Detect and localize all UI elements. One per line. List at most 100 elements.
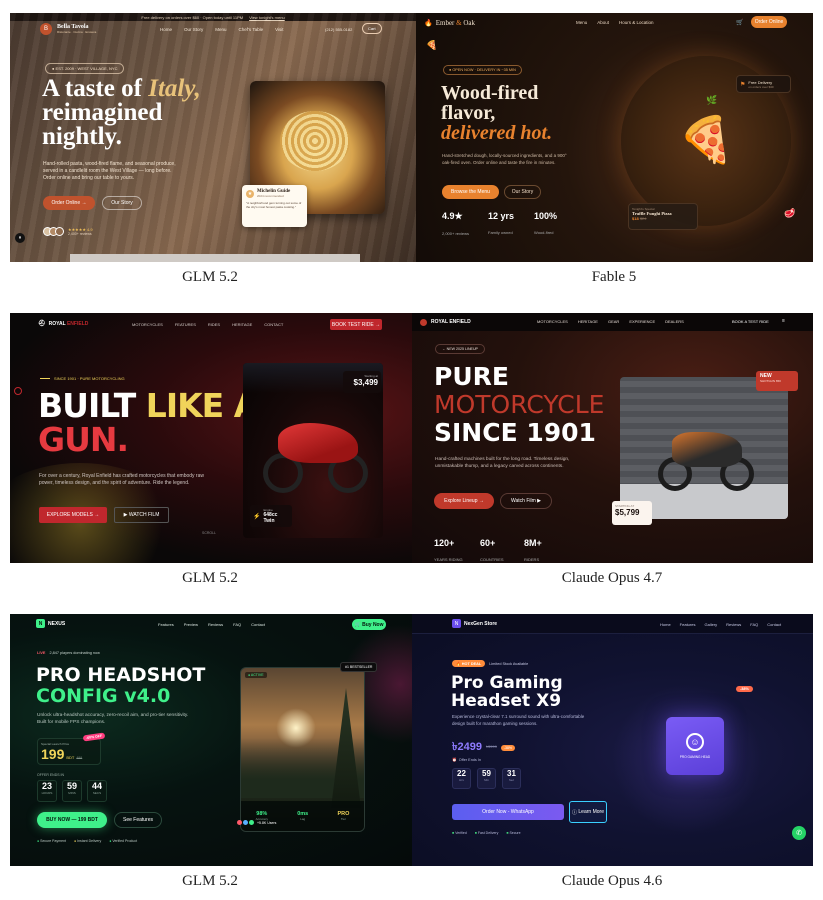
timer-value: 31 <box>507 769 516 778</box>
nav-item[interactable]: CONTACT <box>264 322 283 327</box>
price-card: Starting at $3,499 <box>343 371 381 393</box>
watch-film-button[interactable]: Watch Film ▶ <box>500 493 552 509</box>
nav-item[interactable]: Reviews <box>726 622 741 627</box>
stat-label: RIDERS <box>524 557 540 562</box>
explore-lineup-button[interactable]: Explore Lineup → <box>434 493 494 509</box>
metric: PRO Tier <box>337 811 349 821</box>
truck-icon: ■ <box>474 831 477 835</box>
book-test-ride-button[interactable]: BOOK TEST RIDE → <box>330 319 382 330</box>
users-row: +5.8K Users <box>237 820 276 825</box>
book-test-ride-link[interactable]: BOOK A TEST RIDE <box>732 319 769 324</box>
nav-item[interactable]: FEATURES <box>175 322 196 327</box>
hero-title-accent: MOTORCYCLE <box>434 391 605 419</box>
stat-value: 120+ <box>434 538 455 548</box>
phone-number[interactable]: (212) 555-0182 <box>325 27 352 32</box>
avatar <box>55 227 64 236</box>
nav-item[interactable]: Contact <box>251 622 265 627</box>
nav-item[interactable]: HERITAGE <box>578 319 598 324</box>
brand-name[interactable]: NEXUS <box>48 621 65 627</box>
nav-item[interactable]: RIDES <box>208 322 220 327</box>
product-label: PRO GAMING HEAD <box>679 755 711 759</box>
order-online-button[interactable]: Order Online <box>751 16 787 28</box>
timer-value: 23 <box>41 781 52 791</box>
menu-icon[interactable]: ≡ <box>782 318 785 324</box>
price-value: $3,499 <box>353 378 378 387</box>
browse-menu-button[interactable]: Browse the Menu <box>442 185 499 199</box>
learn-more-button[interactable]: ⓘ Learn More <box>569 801 607 823</box>
cart-button[interactable]: Cart <box>362 23 382 34</box>
check-icon: ■ <box>452 831 455 835</box>
nav-item[interactable]: Preview <box>184 622 198 627</box>
nav-item[interactable]: Our Story <box>184 27 203 32</box>
nav-item[interactable]: About <box>597 20 609 25</box>
stat-value: 8M+ <box>524 538 542 548</box>
pause-icon[interactable]: ⏸ <box>15 233 25 243</box>
order-whatsapp-button[interactable]: Order Now - WhatsApp <box>452 804 564 820</box>
nav-item[interactable]: Home <box>160 27 172 32</box>
timer-unit: Sec <box>508 778 515 782</box>
hero-title-part: PURE <box>434 362 509 391</box>
nav-item[interactable]: MOTORCYCLES <box>537 319 568 324</box>
timer-value: 59 <box>482 769 491 778</box>
nav-item[interactable]: Menu <box>215 27 226 32</box>
nav-item[interactable]: Contact <box>767 622 781 627</box>
nav-item[interactable]: GEAR <box>608 319 619 324</box>
buy-now-button[interactable]: BUY NOW — 199 BDT <box>37 812 107 828</box>
trust-label: Verified <box>455 831 467 835</box>
brand-logo-icon[interactable]: B <box>40 23 52 35</box>
bestseller-tag: #1 BESTSELLER <box>340 662 378 672</box>
nav-item[interactable]: Features <box>158 622 174 627</box>
caption: GLM 5.2 <box>182 570 238 586</box>
hero-title-part: Wood-fired <box>441 82 539 104</box>
delivery-sub: on orders over $30 <box>748 84 774 89</box>
trust-row: ■ Verified ■ Fast Delivery ■ Secure <box>452 831 521 835</box>
metric-label: Lag <box>300 817 306 821</box>
buy-now-nav-button[interactable]: 🛒 Buy Now <box>352 619 386 630</box>
brand-name[interactable]: Ember & Oak <box>436 19 475 27</box>
nav-item[interactable]: Home <box>660 622 671 627</box>
lineup-pill[interactable]: ← NEW 2025 LINEUP <box>435 344 485 354</box>
nav-item[interactable]: FAQ <box>750 622 758 627</box>
nav-item[interactable]: HERITAGE <box>232 322 252 327</box>
see-features-button[interactable]: See Features <box>114 812 162 828</box>
trust-label: Instant Delivery <box>77 839 102 843</box>
brand-logo-icon[interactable]: N <box>452 619 461 628</box>
chat-bubble-icon[interactable]: ✆ <box>792 826 806 840</box>
meat-icon: 🥩 <box>784 208 796 218</box>
nav-item[interactable]: Menu <box>576 20 587 25</box>
brand-logo-icon[interactable] <box>420 318 427 326</box>
timer-box: 59 MINS <box>62 780 82 802</box>
cart-icon[interactable]: 🛒 <box>736 19 743 26</box>
price-value: 199 <box>41 746 65 762</box>
hero-title: BUILT LIKE A GUN. <box>38 389 259 457</box>
explore-models-button[interactable]: EXPLORE MODELS → <box>39 507 107 523</box>
watch-film-button[interactable]: ▶ WATCH FILM <box>114 507 169 523</box>
nav-item[interactable]: Hours & Location <box>619 20 654 25</box>
nav-item[interactable]: Gallery <box>704 622 717 627</box>
main-nav: MOTORCYCLES FEATURES RIDES HERITAGE CONT… <box>132 322 283 327</box>
hero-title: A taste of Italy, reimagined nightly. <box>42 76 201 149</box>
nav-item[interactable]: MOTORCYCLES <box>132 322 163 327</box>
brand-name[interactable]: ROYAL ENFIELD <box>431 319 471 325</box>
metric: 0ms Lag <box>297 811 308 821</box>
nav-item[interactable]: Reviews <box>208 622 223 627</box>
delivery-title: Free Delivery <box>748 79 773 85</box>
brand-logo-icon[interactable]: N <box>36 619 45 628</box>
nav-item[interactable]: Features <box>680 622 696 627</box>
brand-name[interactable]: NexGen Store <box>464 621 497 627</box>
caption: GLM 5.2 <box>182 873 238 889</box>
cart-label: Cart <box>368 26 376 31</box>
our-story-button[interactable]: Our Story <box>102 196 142 210</box>
nav-item[interactable]: EXPERIENCE <box>629 319 655 324</box>
comparison-grid: Free delivery on orders over $60 · Open … <box>0 0 823 900</box>
order-online-button[interactable]: Order Online → <box>43 196 95 210</box>
brand-name[interactable]: ROYAL ENFIELD <box>49 321 89 327</box>
nav-item[interactable]: Visit <box>275 27 283 32</box>
price-card: STARTING AT $5,799 <box>612 501 652 525</box>
timer-unit: SECS <box>92 791 102 795</box>
nav-item[interactable]: FAQ <box>233 622 241 627</box>
nav-item[interactable]: DEALERS <box>665 319 684 324</box>
our-story-button[interactable]: Our Story <box>504 185 541 199</box>
side-dot-icon[interactable] <box>14 387 22 395</box>
nav-item[interactable]: Chef's Table <box>239 27 264 32</box>
